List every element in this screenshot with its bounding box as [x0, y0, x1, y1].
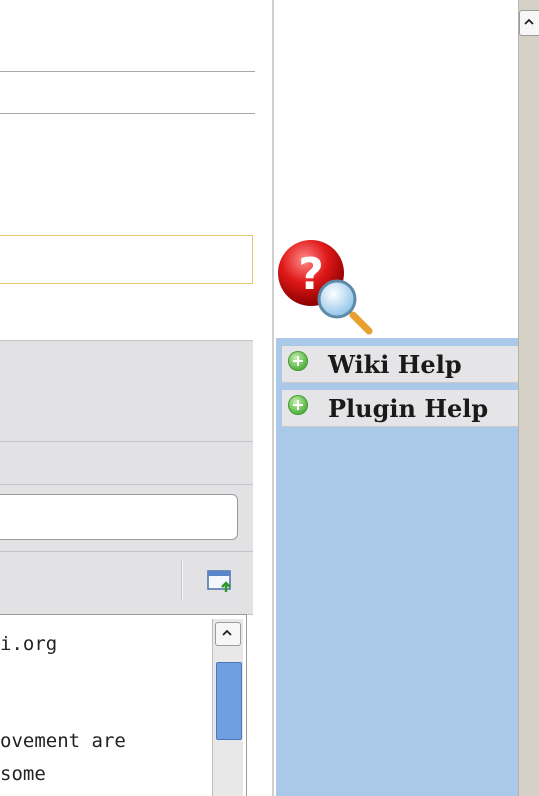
toolbar-row: [0, 340, 253, 378]
chevron-up-icon: [222, 629, 232, 636]
divider-line: [0, 71, 255, 72]
editor-scroll-up-button[interactable]: [215, 622, 241, 646]
editor-scrollbar-thumb[interactable]: [216, 662, 242, 740]
summary-input[interactable]: [0, 494, 238, 540]
chevron-up-icon: [524, 18, 534, 25]
help-item-label: Wiki Help: [328, 350, 462, 379]
divider-line: [0, 113, 255, 114]
plus-circle-icon: [288, 351, 308, 371]
page-scrollbar-track[interactable]: [518, 0, 539, 796]
plus-circle-icon: [288, 395, 308, 415]
title-input[interactable]: [0, 235, 253, 284]
wiki-text-editor[interactable]: i.org ovement are some: [0, 614, 247, 796]
window-upload-icon[interactable]: [206, 568, 234, 594]
help-item-label: Plugin Help: [328, 394, 489, 423]
help-item-wiki[interactable]: Wiki Help: [282, 346, 518, 383]
help-question-magnifier-icon: ?: [278, 240, 373, 335]
help-item-plugin[interactable]: Plugin Help: [282, 390, 518, 427]
page-scroll-up-button[interactable]: [519, 10, 539, 36]
toolbar-row: [0, 442, 253, 485]
toolbar-separator: [181, 560, 182, 600]
editor-text-line: some: [0, 763, 46, 785]
editor-text-line: i.org: [0, 633, 58, 655]
editor-text-line: ovement are: [0, 730, 126, 752]
toolbar-row: [0, 377, 253, 442]
